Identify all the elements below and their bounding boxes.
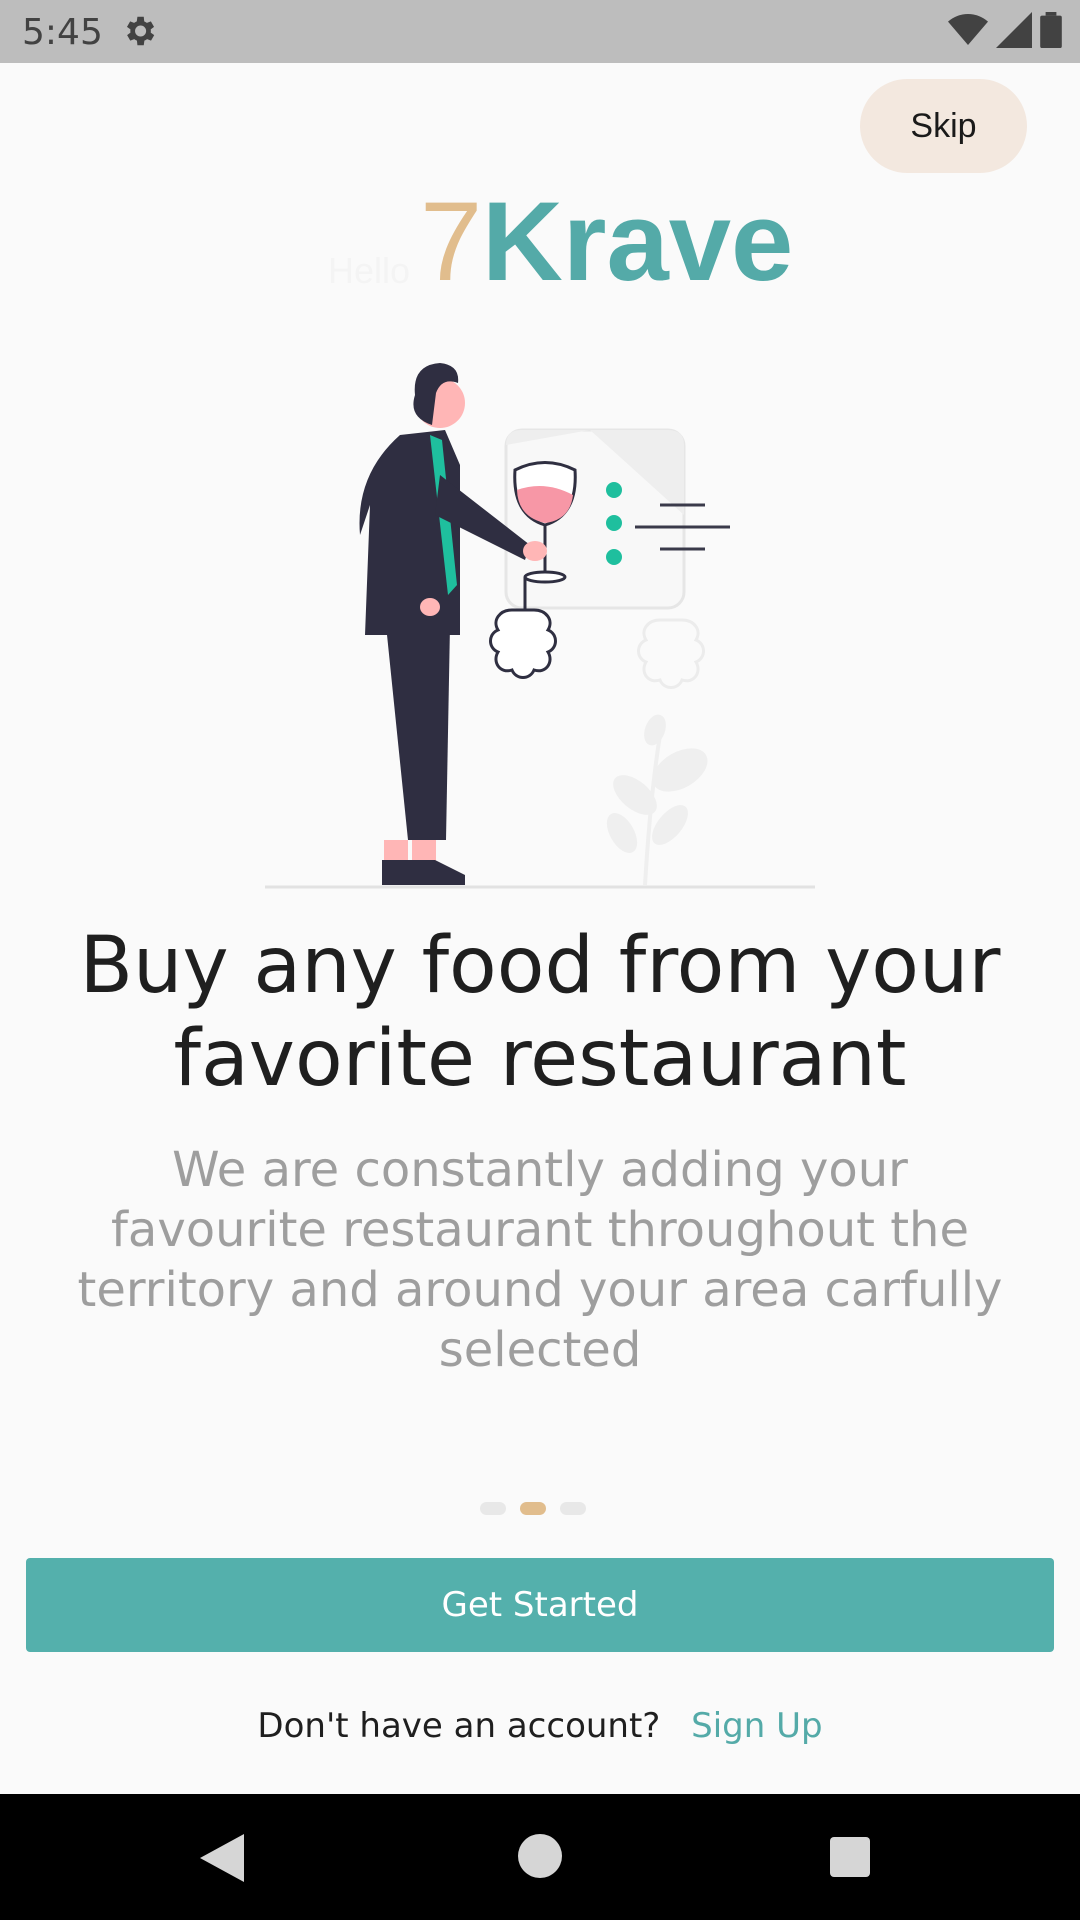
sign-up-link[interactable]: Sign Up [691,1706,822,1746]
onboarding-headline: Buy any food from your favorite restaura… [79,921,1001,1104]
skip-button[interactable]: Skip [860,79,1027,173]
signup-prompt: Don't have an account? Sign Up [0,1706,1080,1746]
system-nav-bar [0,1794,1080,1920]
page-dot-2 [520,1502,546,1515]
recents-icon[interactable] [830,1837,870,1877]
page-indicator [480,1502,600,1516]
cell-signal-icon [996,12,1032,48]
back-icon[interactable] [200,1834,244,1882]
home-icon[interactable] [518,1834,562,1878]
wifi-icon [948,14,988,45]
get-started-button[interactable]: Get Started [26,1558,1054,1652]
status-icons [948,12,1062,48]
settings-gear-icon [126,16,155,46]
page-dot-3 [560,1502,586,1515]
page-dot-1 [480,1502,506,1515]
app-logo: Hello 7 Krave [0,186,1080,306]
signup-question: Don't have an account? [257,1706,661,1746]
logo-seven: 7 [420,179,483,304]
onboarding-illustration [265,363,815,889]
logo-hello-text: Hello [328,250,411,291]
status-bar: 5:45 [0,0,1080,63]
onboarding-description: We are constantly adding your favourite … [77,1142,1003,1378]
battery-icon [1040,12,1062,48]
status-time: 5:45 [22,12,103,53]
logo-krave: Krave [482,179,794,304]
